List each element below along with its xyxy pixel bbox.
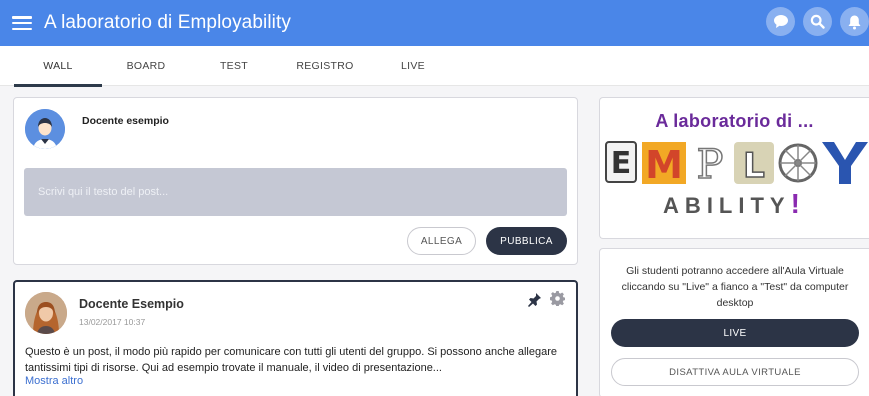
post-date: 13/02/2017 10:37: [79, 317, 146, 327]
post-author: Docente Esempio: [79, 297, 184, 311]
live-button[interactable]: LIVE: [611, 319, 859, 347]
virtual-class-info: Gli studenti potranno accedere all'Aula …: [621, 265, 849, 309]
chat-icon[interactable]: [766, 7, 795, 36]
banner-ability-text: ABILITY: [663, 193, 791, 218]
avatar: [25, 109, 65, 149]
app-header: A laboratorio di Employability: [0, 0, 869, 46]
banner-letter: L: [743, 146, 765, 186]
disable-virtual-class-button[interactable]: DISATTIVA AULA VIRTUALE: [611, 358, 859, 386]
menu-icon[interactable]: [12, 16, 32, 30]
tab-bar: WALL BOARD TEST REGISTRO LIVE: [0, 46, 869, 86]
banner-letter: O: [600, 138, 601, 139]
banner-exclamation: !: [790, 188, 806, 219]
tab-live[interactable]: LIVE: [371, 46, 455, 86]
teacher-avatar-icon: [25, 109, 65, 149]
header-actions: [766, 7, 869, 36]
banner-letter: P: [697, 142, 724, 188]
gear-icon[interactable]: [549, 291, 566, 311]
bell-icon[interactable]: [840, 7, 869, 36]
tab-registro[interactable]: REGISTRO: [279, 46, 371, 86]
banner-letter: Y: [600, 138, 601, 139]
composer-author: Docente esempio: [82, 115, 169, 127]
wall-post: Docente Esempio 13/02/2017 10:37 Questo …: [13, 280, 578, 396]
active-tab-indicator: [14, 84, 102, 87]
banner-subtitle: ABILITY!: [600, 188, 869, 220]
post-body: Questo è un post, il modo più rapido per…: [25, 346, 557, 374]
tab-test[interactable]: TEST: [190, 46, 278, 86]
banner-title: A laboratorio di ...: [655, 111, 814, 131]
post-text-input[interactable]: [24, 168, 567, 216]
search-icon[interactable]: [803, 7, 832, 36]
pin-icon[interactable]: [527, 292, 542, 312]
banner-letter: M: [645, 143, 683, 187]
publish-button[interactable]: PUBBLICA: [486, 227, 567, 255]
tab-board[interactable]: BOARD: [102, 46, 190, 86]
tab-wall[interactable]: WALL: [14, 46, 102, 86]
page-title: A laboratorio di Employability: [44, 12, 291, 33]
user-photo-icon: [25, 292, 67, 334]
course-banner: A laboratorio di ... E M P L O Y ABILITY…: [599, 97, 869, 239]
virtual-class-panel: Gli studenti potranno accedere all'Aula …: [599, 248, 869, 396]
post-composer: Docente esempio ALLEGA PUBBLICA: [13, 97, 578, 265]
banner-letter: E: [611, 146, 632, 181]
attach-button[interactable]: ALLEGA: [407, 227, 476, 255]
employ-letters-image: E M P L O Y: [600, 138, 868, 188]
show-more-link[interactable]: Mostra altro: [25, 375, 83, 387]
avatar: [25, 292, 67, 334]
